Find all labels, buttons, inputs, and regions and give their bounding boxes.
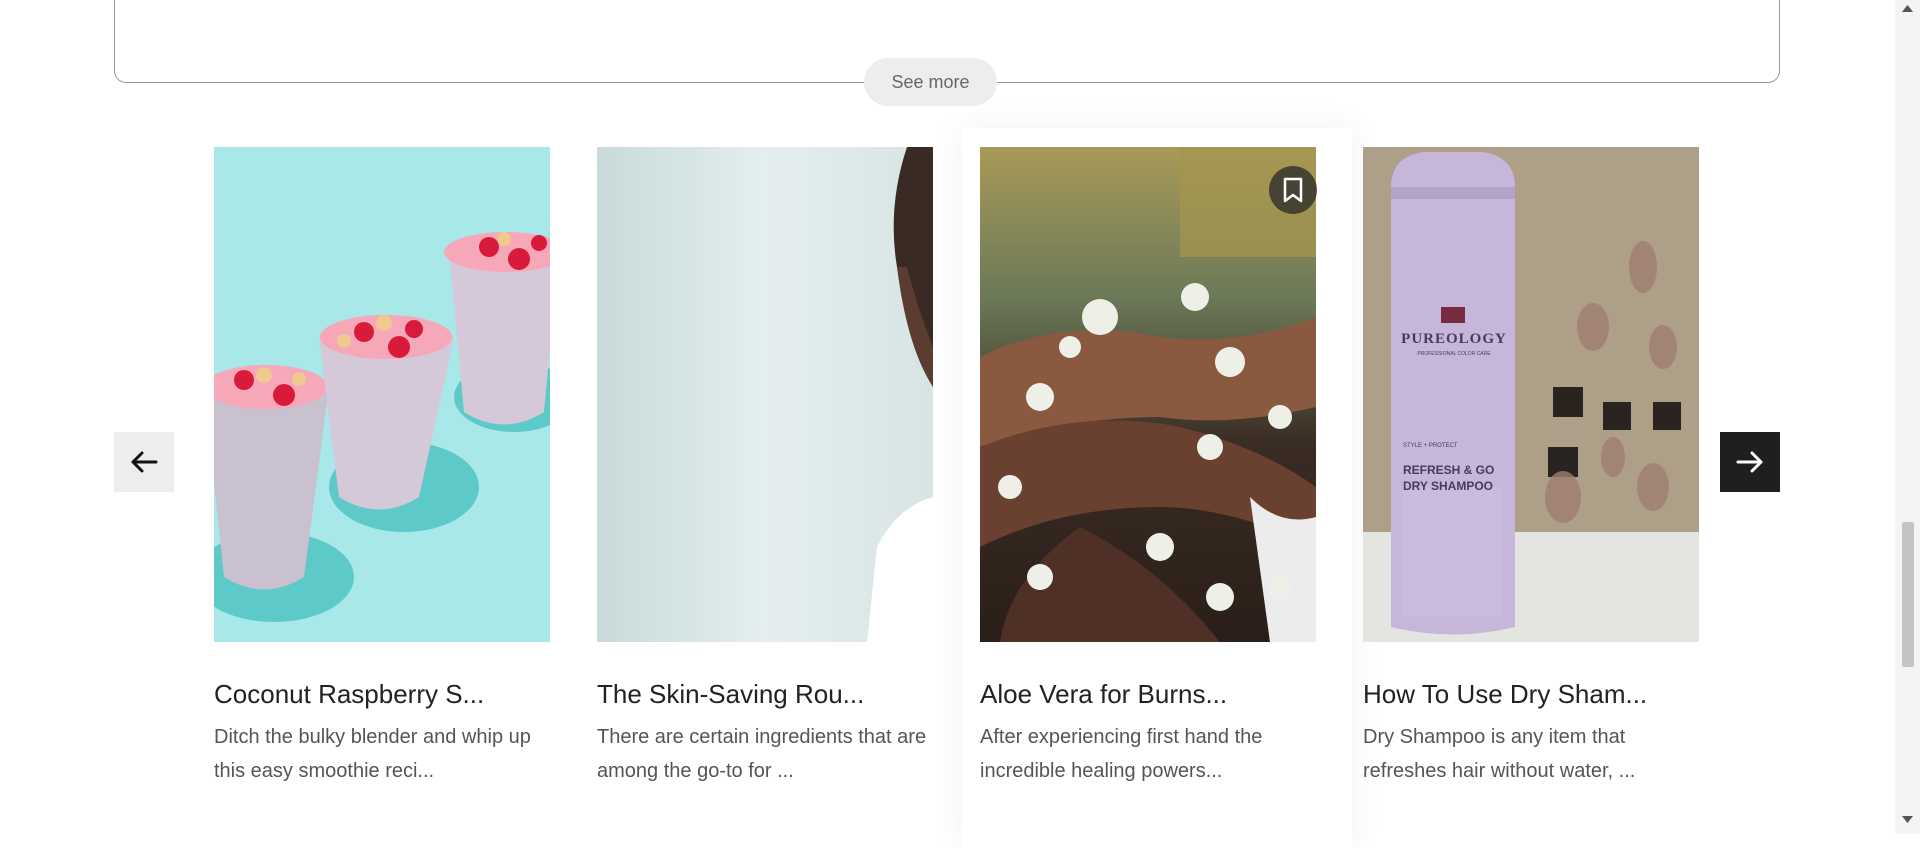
dry-shampoo-image[interactable]: PUREOLOGY PROFESSIONAL COLOR CARE STYLE … xyxy=(1363,147,1699,642)
scrollbar-thumb[interactable] xyxy=(1902,522,1914,667)
article-card[interactable]: PUREOLOGY PROFESSIONAL COLOR CARE STYLE … xyxy=(1363,147,1699,788)
vertical-scrollbar[interactable] xyxy=(1895,0,1920,834)
card-title[interactable]: Aloe Vera for Burns... xyxy=(980,678,1316,710)
product-tagline-label: PROFESSIONAL COLOR CARE xyxy=(1417,351,1491,357)
product-name-line2: DRY SHAMPOO xyxy=(1403,479,1494,493)
article-carousel: Coconut Raspberry S... Ditch the bulky b… xyxy=(0,0,1895,848)
product-series-label: STYLE + PROTECT xyxy=(1403,443,1458,449)
carousel-prev-button[interactable] xyxy=(114,432,174,492)
card-title[interactable]: How To Use Dry Sham... xyxy=(1363,678,1699,710)
card-description: After experiencing first hand the incred… xyxy=(980,726,1263,782)
card-description: Ditch the bulky blender and whip up this… xyxy=(214,726,531,782)
article-card[interactable]: Aloe Vera for Burns... After experiencin… xyxy=(962,128,1352,848)
article-card[interactable]: The Skin-Saving Rou... There are certain… xyxy=(597,147,933,788)
aloe-hands-image[interactable] xyxy=(980,147,1316,642)
bookmark-button[interactable] xyxy=(1269,166,1317,214)
bookmark-icon xyxy=(1283,177,1303,203)
smoothie-image[interactable] xyxy=(214,147,550,642)
scroll-up-arrow-icon[interactable] xyxy=(1902,4,1913,12)
skincare-image[interactable] xyxy=(597,147,933,642)
card-description: There are certain ingredients that are a… xyxy=(597,726,927,782)
card-title[interactable]: The Skin-Saving Rou... xyxy=(597,678,933,710)
scroll-down-arrow-icon[interactable] xyxy=(1902,816,1913,824)
arrow-left-icon xyxy=(131,451,158,473)
card-description: Dry Shampoo is any item that refreshes h… xyxy=(1363,726,1636,782)
card-title[interactable]: Coconut Raspberry S... xyxy=(214,678,550,710)
carousel-next-button[interactable] xyxy=(1720,432,1780,492)
arrow-right-icon xyxy=(1736,451,1763,473)
product-brand-label: PUREOLOGY xyxy=(1401,331,1507,347)
product-name-line1: REFRESH & GO xyxy=(1403,463,1495,477)
article-card[interactable]: Coconut Raspberry S... Ditch the bulky b… xyxy=(214,147,550,788)
